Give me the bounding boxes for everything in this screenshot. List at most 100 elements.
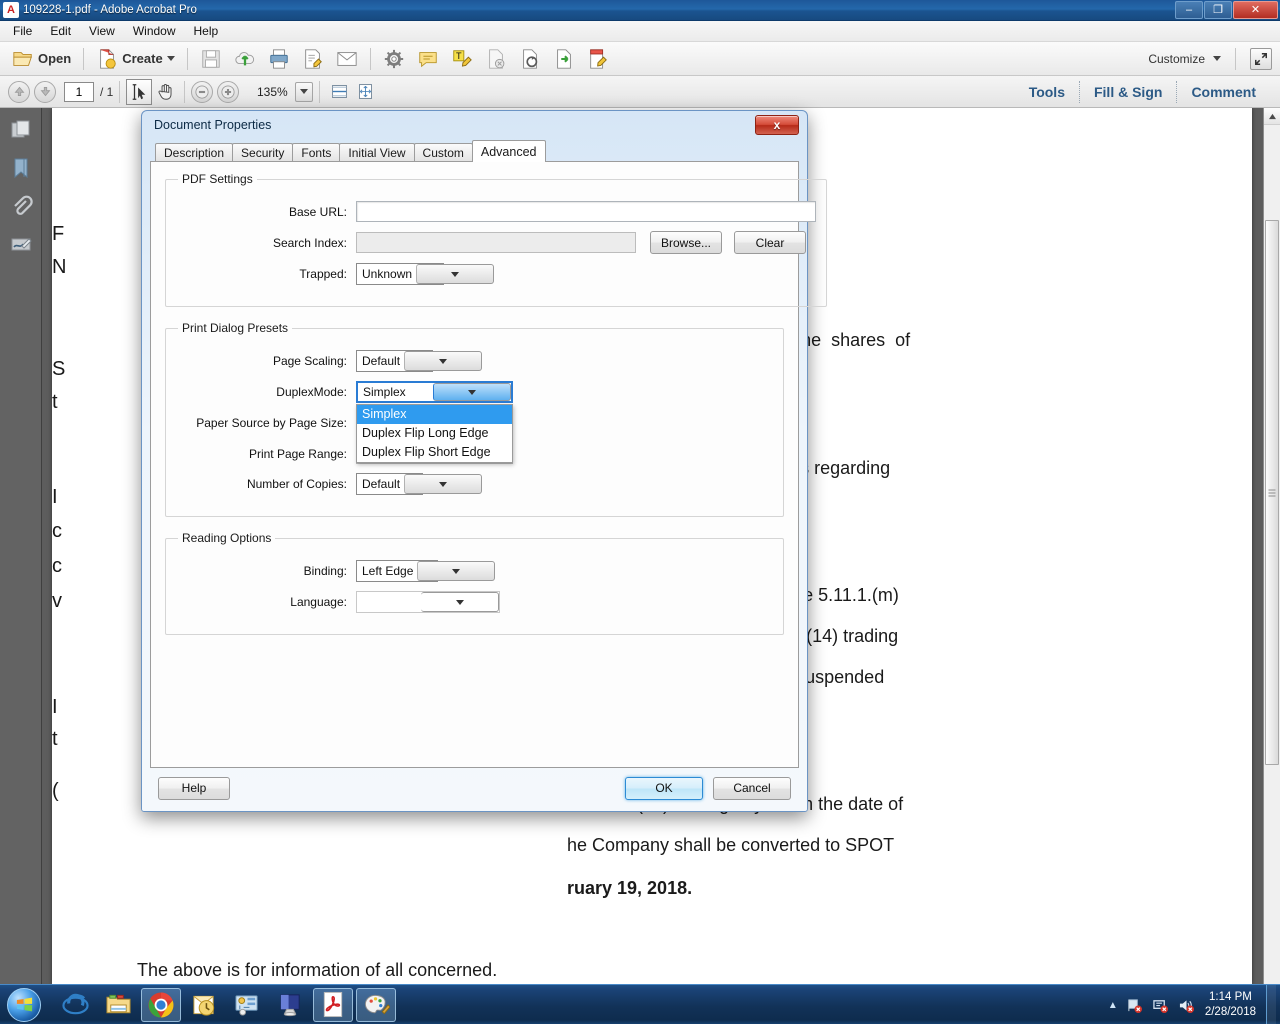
menu-edit[interactable]: Edit: [41, 22, 80, 40]
trapped-combobox[interactable]: Unknown: [356, 263, 495, 285]
customize-label[interactable]: Customize: [1148, 52, 1205, 66]
comment-button[interactable]: [411, 46, 445, 72]
email-button[interactable]: [330, 46, 364, 72]
minimize-button[interactable]: –: [1175, 1, 1203, 19]
browse-button[interactable]: Browse...: [650, 231, 722, 254]
highlight-button[interactable]: T: [445, 46, 479, 72]
taskbar-item-remote-desktop[interactable]: [270, 988, 310, 1022]
taskbar-item-windows-explorer[interactable]: [98, 988, 138, 1022]
help-button[interactable]: Help: [158, 776, 230, 800]
zoom-in-button[interactable]: [217, 80, 240, 103]
language-combobox[interactable]: [356, 591, 500, 613]
dropdown-option-duplex-flip-long-edge[interactable]: Duplex Flip Long Edge: [357, 424, 512, 443]
page-number-input[interactable]: 1: [64, 81, 94, 102]
zoom-out-button[interactable]: [191, 80, 214, 103]
network-error-icon[interactable]: [1126, 998, 1143, 1013]
menu-help[interactable]: Help: [185, 22, 228, 40]
duplex-mode-dropdown-list[interactable]: Simplex Duplex Flip Long Edge Duplex Fli…: [356, 404, 513, 463]
base-url-input[interactable]: [356, 201, 816, 222]
cancel-button[interactable]: Cancel: [713, 776, 791, 800]
show-hidden-icons-button[interactable]: ▲: [1100, 1000, 1126, 1011]
delete-page-button[interactable]: [479, 46, 513, 72]
search-index-input[interactable]: [356, 232, 636, 253]
rotate-page-button[interactable]: [513, 46, 547, 72]
action-center-icon[interactable]: [1152, 998, 1169, 1013]
fit-width-button[interactable]: [326, 79, 352, 105]
zoom-level-label[interactable]: 135%: [249, 85, 295, 99]
start-button[interactable]: [3, 987, 45, 1023]
taskbar-item-google-chrome[interactable]: [141, 987, 181, 1022]
tools-link[interactable]: Tools: [1015, 84, 1079, 100]
open-button[interactable]: Open: [6, 46, 77, 72]
create-pdf-icon: [100, 48, 116, 69]
page-scaling-combobox[interactable]: Default: [356, 350, 483, 372]
show-desktop-button[interactable]: [1266, 985, 1276, 1024]
taskbar-item-outlook[interactable]: [184, 988, 224, 1022]
dropdown-option-duplex-flip-short-edge[interactable]: Duplex Flip Short Edge: [357, 443, 512, 462]
taskbar-item-control-panel[interactable]: [227, 988, 267, 1022]
fit-page-button[interactable]: [352, 79, 378, 105]
chevron-down-icon[interactable]: [404, 351, 483, 371]
taskbar-item-paint[interactable]: [356, 987, 396, 1022]
previous-page-button[interactable]: [8, 80, 30, 103]
advanced-tab-panel: PDF Settings Base URL: Search Index: Bro…: [150, 161, 827, 768]
dialog-close-button[interactable]: x: [755, 115, 799, 135]
search-index-label: Search Index:: [272, 235, 347, 250]
menu-window[interactable]: Window: [124, 22, 185, 40]
next-page-button[interactable]: [34, 80, 56, 103]
tab-initial-view[interactable]: Initial View: [339, 143, 415, 162]
hand-tool-button[interactable]: [152, 79, 178, 105]
page-thumbnails-icon[interactable]: [9, 118, 33, 142]
dropdown-option-simplex[interactable]: Simplex: [357, 405, 512, 424]
tab-security[interactable]: Security: [232, 143, 294, 162]
save-button[interactable]: [194, 46, 228, 72]
create-button[interactable]: Create: [90, 46, 180, 72]
scrollbar-thumb[interactable]: [1265, 220, 1279, 765]
chevron-down-icon[interactable]: [421, 592, 499, 612]
menu-view[interactable]: View: [80, 22, 124, 40]
settings-button[interactable]: [377, 46, 411, 72]
vertical-scrollbar[interactable]: [1263, 108, 1280, 984]
taskbar-item-internet-explorer[interactable]: [55, 988, 95, 1022]
chevron-down-icon[interactable]: [433, 383, 511, 401]
close-button[interactable]: ✕: [1233, 1, 1278, 19]
attachments-icon[interactable]: [9, 194, 33, 218]
gear-icon: [384, 49, 403, 68]
bookmarks-icon[interactable]: [9, 156, 33, 180]
taskbar-item-adobe-acrobat[interactable]: [313, 987, 353, 1022]
clock-time: 1:14 PM: [1209, 991, 1252, 1003]
scroll-up-button[interactable]: [1264, 108, 1280, 125]
cloud-upload-button[interactable]: [228, 46, 262, 72]
number-of-copies-combobox[interactable]: Default: [356, 473, 483, 495]
export-page-button[interactable]: [547, 46, 581, 72]
binding-combobox[interactable]: Left Edge: [356, 560, 496, 582]
sign-document-button[interactable]: [296, 46, 330, 72]
chevron-down-icon[interactable]: [416, 264, 495, 284]
signatures-icon[interactable]: [9, 232, 33, 256]
expand-toolbar-button[interactable]: [1250, 47, 1272, 70]
select-tool-button[interactable]: [126, 78, 153, 105]
ok-button[interactable]: OK: [625, 776, 703, 800]
chevron-down-icon[interactable]: [1213, 56, 1221, 61]
edit-pdf-button[interactable]: [581, 46, 615, 72]
maximize-button[interactable]: ❐: [1204, 1, 1232, 19]
tab-fonts[interactable]: Fonts: [292, 143, 341, 162]
chevron-down-icon[interactable]: [417, 561, 496, 581]
rotate-page-icon: [522, 48, 537, 69]
pdf-settings-legend: PDF Settings: [182, 172, 253, 186]
tab-description[interactable]: Description: [155, 143, 234, 162]
fill-and-sign-link[interactable]: Fill & Sign: [1080, 84, 1176, 100]
tab-advanced[interactable]: Advanced: [471, 140, 546, 162]
volume-muted-icon[interactable]: [1178, 998, 1195, 1013]
print-button[interactable]: [262, 46, 296, 72]
menu-file[interactable]: File: [4, 22, 41, 40]
clear-button[interactable]: Clear: [734, 231, 806, 254]
doc-line: N: [52, 256, 67, 278]
trapped-label: Trapped:: [299, 267, 347, 281]
clock[interactable]: 1:14 PM 2/28/2018: [1205, 990, 1266, 1020]
duplex-mode-combobox[interactable]: Simplex: [356, 381, 513, 403]
comment-link[interactable]: Comment: [1177, 84, 1270, 100]
zoom-dropdown-button[interactable]: [295, 81, 314, 102]
chevron-down-icon[interactable]: [404, 474, 483, 494]
tab-custom[interactable]: Custom: [413, 143, 473, 162]
